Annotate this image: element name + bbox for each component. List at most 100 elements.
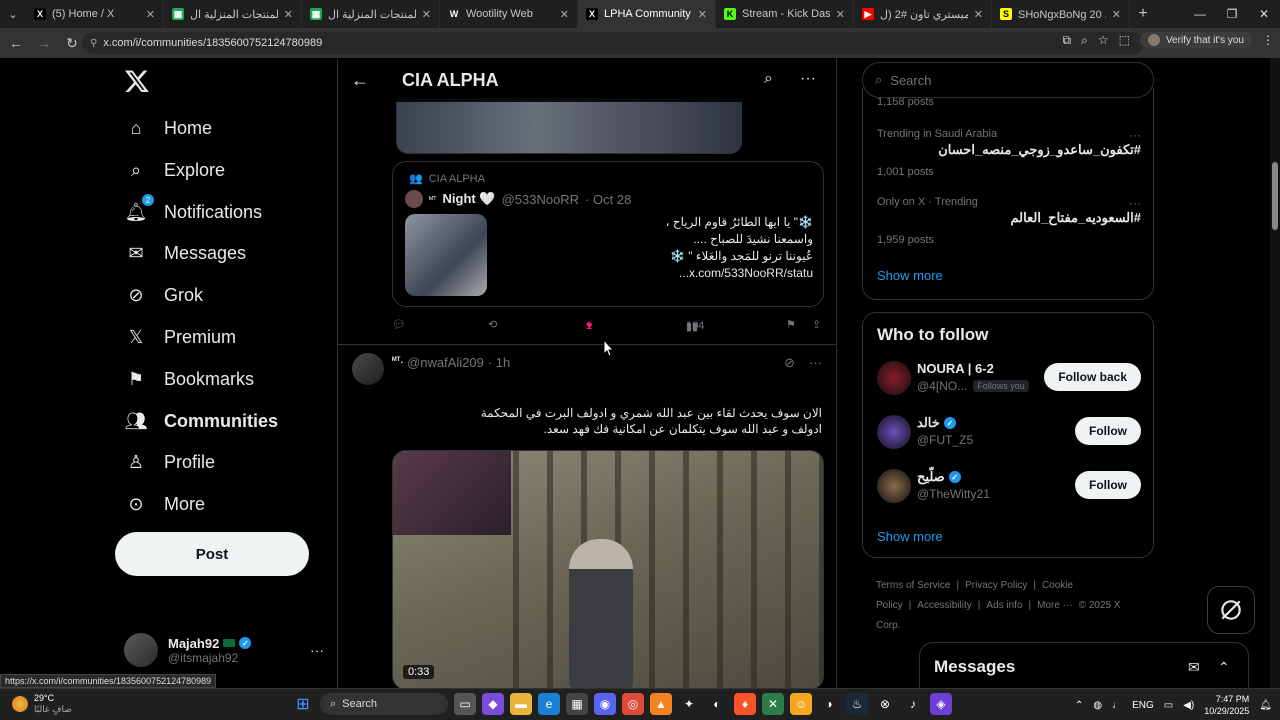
nav-item-premium[interactable]: 𝕏 Premium — [124, 321, 236, 353]
video-player[interactable]: 0:33 — [392, 450, 824, 688]
install-icon[interactable]: ⧉ — [1063, 33, 1072, 48]
search-icon[interactable]: ⌕ — [764, 70, 773, 88]
tiktok-icon[interactable]: ♪ — [902, 693, 924, 715]
browser-tab[interactable]: W Wootility Web ✕ — [440, 0, 578, 28]
restore-icon[interactable]: ❐ — [1216, 0, 1248, 28]
quoted-post-image[interactable] — [405, 214, 487, 296]
steam-icon[interactable]: ♨ — [846, 693, 868, 715]
x-logo-icon[interactable] — [124, 68, 150, 94]
footer-link[interactable]: Ads info — [986, 600, 1022, 611]
chevron-up-icon[interactable]: ⌃ — [1075, 700, 1083, 711]
post-button[interactable]: Post — [115, 532, 309, 576]
nav-item-messages[interactable]: ✉ Messages — [124, 237, 246, 269]
show-more-link[interactable]: Show more — [877, 268, 943, 283]
nav-item-communities[interactable]: 👥︎ Communities — [124, 405, 278, 437]
follow-suggestion[interactable]: خالد ✓ @FUT_Z5 Follow — [877, 415, 1141, 451]
browser-tab[interactable]: ▶ كليبات ميستري تاون #2 (ل ✕ — [854, 0, 992, 28]
trend-item[interactable]: Only on X · Trending #السعوديه_مفتاح_الع… — [877, 196, 1141, 246]
new-message-icon[interactable]: ✉ — [1188, 659, 1200, 676]
close-tab-icon[interactable]: ✕ — [698, 8, 707, 21]
language-indicator[interactable]: ENG — [1132, 700, 1154, 711]
microphone-icon[interactable]: ♩ — [1112, 700, 1122, 711]
show-more-link[interactable]: Show more — [877, 529, 943, 544]
profile-verify-button[interactable]: Verify that it's you — [1139, 32, 1252, 48]
close-window-icon[interactable]: ✕ — [1248, 0, 1280, 28]
reload-icon[interactable]: ↻ — [60, 31, 84, 55]
grok-icon[interactable]: ⊘ — [784, 355, 795, 371]
avatar[interactable] — [877, 415, 911, 449]
weather-widget[interactable]: 29°C صافٍ غالبًا — [12, 693, 72, 715]
tab-search-icon[interactable]: ⌄ — [0, 0, 26, 28]
avatar[interactable] — [877, 469, 911, 503]
more-icon[interactable]: ··· — [310, 642, 324, 658]
close-tab-icon[interactable]: ✕ — [146, 8, 155, 21]
volume-icon[interactable]: ◀) — [1183, 700, 1194, 711]
star-icon[interactable]: ☆ — [1098, 33, 1109, 47]
tray-icon[interactable]: ◍ — [1093, 700, 1102, 711]
app-icon[interactable]: ◈ — [930, 693, 952, 715]
search-input[interactable]: ⌕ Search — [862, 62, 1154, 98]
footer-link[interactable]: More ··· — [1037, 600, 1073, 611]
quoted-post[interactable]: 👥 CIA ALPHA ᴹᵀ Night 🤍 @533NooRR · Oct 2… — [392, 161, 824, 307]
more-icon[interactable]: ··· — [809, 355, 822, 371]
copilot-icon[interactable]: ◆ — [482, 693, 504, 715]
follow-suggestion[interactable]: NOURA | 6-2 @4[NO... Follows you Follow bac… — [877, 361, 1141, 397]
quoted-link[interactable]: x.com/533NooRR/statu... — [513, 265, 813, 282]
nav-item-home[interactable]: ⌂ Home — [124, 112, 212, 144]
expand-icon[interactable]: ⌃ — [1218, 659, 1230, 676]
close-tab-icon[interactable]: ✕ — [974, 8, 983, 21]
reply-icon[interactable]: 💬︎ — [392, 318, 406, 331]
repost-icon[interactable]: ⟲ — [488, 318, 497, 331]
browser-tab[interactable]: X (5) Home / X ✕ — [26, 0, 164, 28]
brave-icon[interactable]: ♦ — [734, 693, 756, 715]
forward-icon[interactable]: → — [32, 31, 56, 55]
close-tab-icon[interactable]: ✕ — [284, 8, 293, 21]
extensions-icon[interactable]: ⬚ — [1119, 33, 1130, 47]
account-switcher[interactable]: Majah92 ✓ @itsmajah92 ··· — [124, 630, 324, 670]
avatar[interactable] — [352, 353, 384, 385]
bookmark-icon[interactable]: ⚑ — [786, 318, 796, 331]
app-icon[interactable]: ◐ — [706, 693, 728, 715]
messages-dock[interactable]: Messages ✉ ⌃ — [919, 642, 1249, 692]
browser-tab[interactable]: K Stream - Kick Dashboard ✕ — [716, 0, 854, 28]
app-icon[interactable]: ☺ — [790, 693, 812, 715]
new-tab-button[interactable]: + — [1130, 5, 1156, 23]
network-icon[interactable]: ▭ — [1164, 700, 1173, 711]
footer-link[interactable]: Privacy Policy — [965, 580, 1027, 591]
nav-item-bookmarks[interactable]: ⚑ Bookmarks — [124, 363, 254, 395]
close-tab-icon[interactable]: ✕ — [422, 8, 431, 21]
more-icon[interactable]: ··· — [1129, 128, 1141, 142]
app-icon[interactable]: ▲ — [650, 693, 672, 715]
follow-button[interactable]: Follow — [1075, 417, 1141, 445]
close-tab-icon[interactable]: ✕ — [1112, 8, 1121, 21]
app-icon[interactable]: ✦ — [678, 693, 700, 715]
clock[interactable]: 7:47 PM 10/29/2025 — [1204, 693, 1249, 717]
app-icon[interactable]: ⊗ — [874, 693, 896, 715]
taskbar-search[interactable]: ⌕ Search — [320, 693, 448, 715]
trend-item[interactable]: Trending in Saudi Arabia #تكفون_ساعدو_زو… — [877, 128, 1141, 178]
browser-tab[interactable]: ▦ اكتشف المنتجات المنزلية ال ✕ — [302, 0, 440, 28]
share-icon[interactable]: ⇪ — [812, 318, 821, 331]
back-icon[interactable]: ← — [4, 31, 28, 55]
zoom-icon[interactable]: ⌕ — [1081, 33, 1088, 48]
url-input[interactable]: ⚲ x.com/i/communities/183560075212478098… — [82, 32, 1144, 54]
minimize-icon[interactable]: — — [1184, 0, 1216, 28]
app-icon[interactable]: ✕ — [762, 693, 784, 715]
discord-icon[interactable]: ◉ — [594, 693, 616, 715]
grok-button[interactable] — [1207, 586, 1255, 634]
post-time[interactable]: · 1h — [488, 355, 510, 370]
post-media-image[interactable] — [396, 98, 742, 154]
author-name[interactable]: ᴹᵀ. — [392, 355, 403, 370]
nav-item-more[interactable]: ⊙ More — [124, 488, 205, 520]
folder-icon[interactable]: ▬ — [510, 693, 532, 715]
more-icon[interactable]: ··· — [800, 70, 816, 88]
footer-link[interactable]: Accessibility — [917, 600, 971, 611]
author-handle[interactable]: @nwafAli209 — [407, 355, 484, 370]
task-view-icon[interactable]: ▭ — [454, 693, 476, 715]
close-tab-icon[interactable]: ✕ — [836, 8, 845, 21]
nav-item-profile[interactable]: ♙ Profile — [124, 446, 215, 478]
follow-button[interactable]: Follow — [1075, 471, 1141, 499]
site-info-icon[interactable]: ⚲ — [90, 38, 97, 49]
edge-icon[interactable]: e — [538, 693, 560, 715]
scrollbar[interactable] — [1270, 58, 1280, 688]
